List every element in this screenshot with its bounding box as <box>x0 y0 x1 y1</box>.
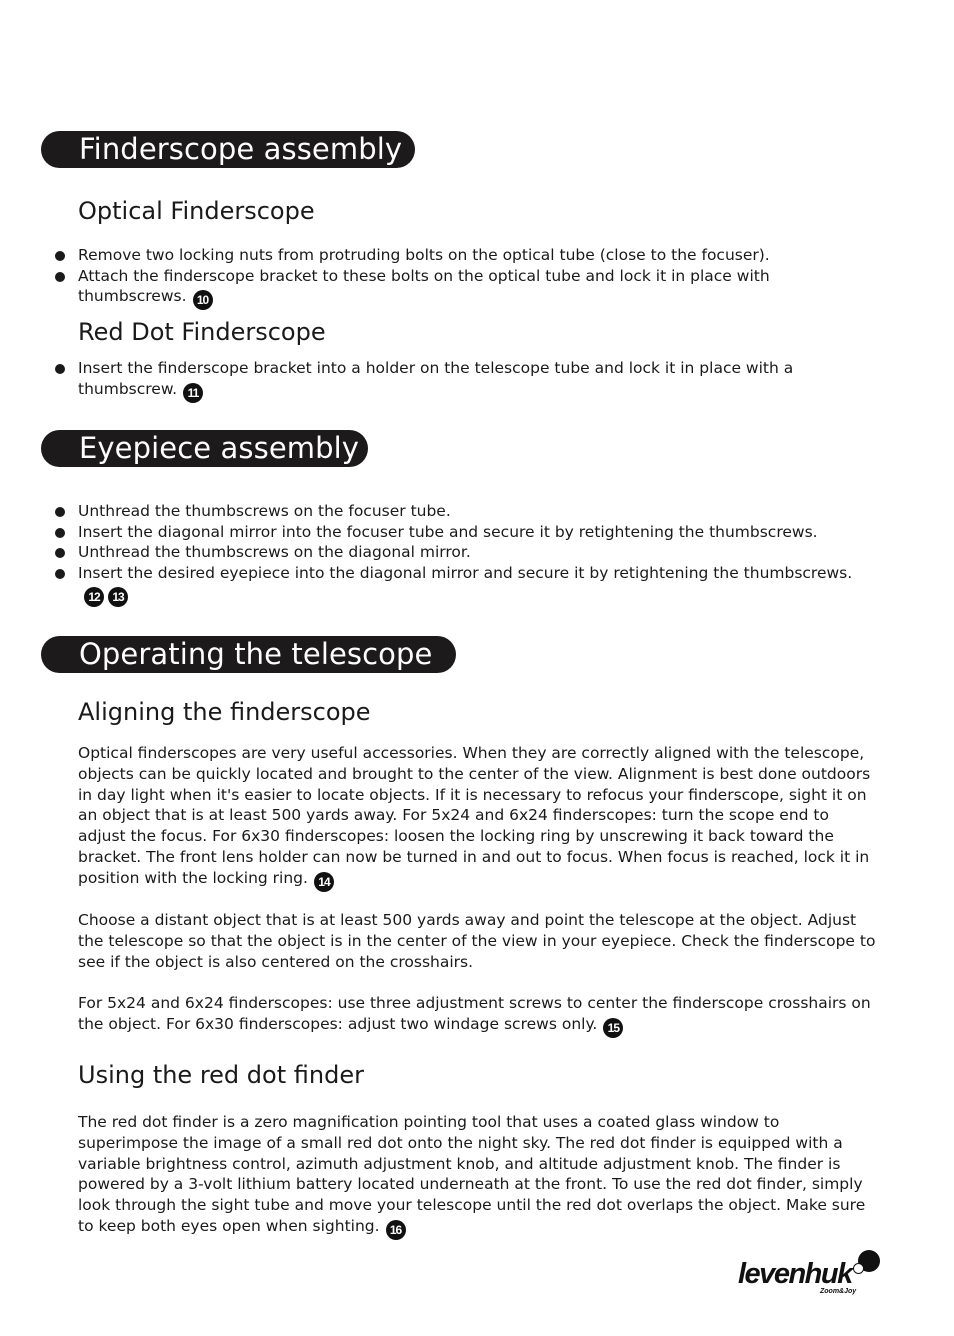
section-header-operating-the-telescope: Operating the telescope <box>41 636 456 673</box>
paragraph: For 5x24 and 6x24 finderscopes: use thre… <box>78 993 878 1038</box>
figure-ref-badge: 13 <box>108 587 128 608</box>
logo-tagline: Zoom&Joy <box>820 1288 857 1295</box>
bullet-icon <box>55 271 65 282</box>
section-header-finderscope-assembly: Finderscope assembly <box>41 131 415 168</box>
levenhuk-logo: levenhuk Zoom&Joy <box>738 1250 883 1300</box>
bullet-icon <box>55 548 65 559</box>
paragraph: The red dot finder is a zero magnificati… <box>78 1112 878 1240</box>
figure-ref-badge: 15 <box>603 1017 624 1038</box>
list-item: Insert the finderscope bracket into a ho… <box>54 358 854 403</box>
list-item: Insert the desired eyepiece into the dia… <box>54 563 854 608</box>
optical-finderscope-steps: Remove two locking nuts from protruding … <box>54 245 854 311</box>
figure-ref-badge: 11 <box>183 382 204 403</box>
paragraph: Choose a distant object that is at least… <box>78 911 876 971</box>
red-dot-finderscope-steps: Insert the finderscope bracket into a ho… <box>54 358 854 403</box>
logo-small-ball-icon <box>853 1263 864 1274</box>
logo-wordmark: levenhuk <box>738 1258 853 1290</box>
bullet-icon <box>55 251 65 261</box>
subheading-using-the-red-dot-finder: Using the red dot finder <box>78 1061 364 1089</box>
eyepiece-steps: Unthread the thumbscrews on the focuser … <box>54 501 854 608</box>
bullet-icon <box>55 507 65 517</box>
list-item: Unthread the thumbscrews on the diagonal… <box>54 542 854 563</box>
figure-ref-badge: 12 <box>84 587 104 608</box>
bullet-icon <box>55 568 65 579</box>
subheading-red-dot-finderscope: Red Dot Finderscope <box>78 318 326 346</box>
bullet-icon <box>55 364 65 374</box>
list-item: Unthread the thumbscrews on the focuser … <box>54 501 854 522</box>
bullet-icon <box>55 527 65 538</box>
subheading-optical-finderscope: Optical Finderscope <box>78 197 315 225</box>
list-item: Insert the diagonal mirror into the focu… <box>54 522 854 543</box>
figure-ref-badge: 10 <box>192 290 213 311</box>
subheading-aligning-the-finderscope: Aligning the finderscope <box>78 698 371 726</box>
paragraph: Optical finderscopes are very useful acc… <box>78 743 878 892</box>
figure-ref-badge: 16 <box>385 1219 406 1240</box>
section-header-eyepiece-assembly: Eyepiece assembly <box>41 430 368 467</box>
list-item: Attach the finderscope bracket to these … <box>54 266 854 311</box>
list-item: Remove two locking nuts from protruding … <box>54 245 854 266</box>
figure-ref-badge: 14 <box>313 871 334 892</box>
